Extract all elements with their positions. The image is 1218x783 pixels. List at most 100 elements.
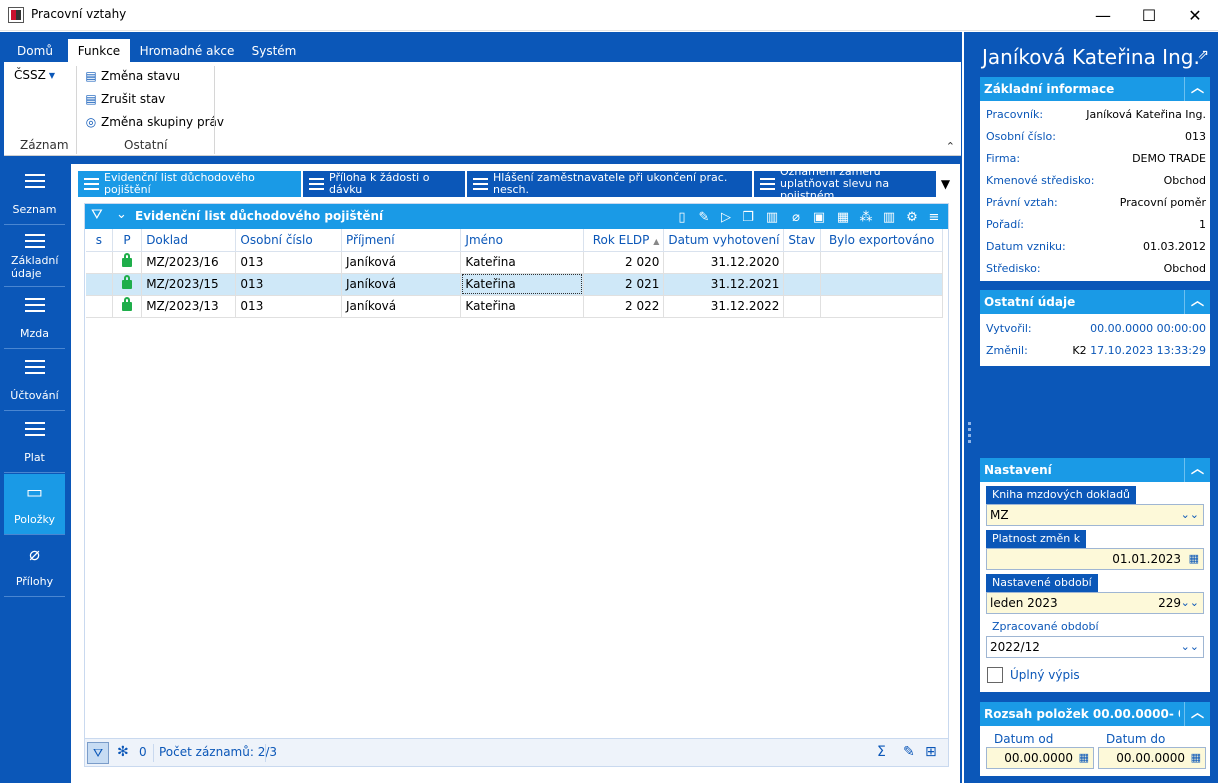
minimize-button[interactable]: —: [1080, 0, 1126, 31]
calendar-icon[interactable]: ▦: [1191, 751, 1201, 764]
edit-icon[interactable]: ✎: [695, 208, 713, 226]
field-label-zpracovane: Zpracované období: [992, 620, 1099, 633]
window-title: Pracovní vztahy: [31, 7, 127, 21]
column-header-p[interactable]: P: [112, 229, 143, 252]
obdobi-number: 229: [1158, 596, 1181, 610]
cell-stav: [783, 295, 822, 318]
nav-item-polozky[interactable]: ▭ Položky: [4, 474, 65, 535]
kniha-select[interactable]: MZ ⌄⌄: [986, 504, 1204, 526]
zmena-skupiny-prav-button[interactable]: ◎ Změna skupiny práv: [84, 115, 224, 129]
cell-s: [86, 295, 113, 318]
tab-hromadne-akce[interactable]: Hromadné akce: [136, 39, 238, 62]
column-header-s[interactable]: s: [86, 229, 113, 252]
chevron-up-icon[interactable]: ︿: [1184, 702, 1210, 726]
info-row: Středisko: Obchod: [986, 258, 1206, 280]
zrusit-stav-label: Zrušit stav: [101, 92, 166, 106]
table-row[interactable]: MZ/2023/15 013 Janíková Kateřina 2 021 3…: [86, 273, 943, 296]
group-icon[interactable]: ⁂: [857, 208, 875, 226]
uplny-vypis-checkbox[interactable]: [987, 667, 1003, 683]
copy-icon[interactable]: ❐: [739, 208, 757, 226]
table-row[interactable]: MZ/2023/16 013 Janíková Kateřina 2 020 3…: [86, 251, 943, 274]
tab-funkce[interactable]: Funkce: [68, 39, 130, 62]
maximize-button[interactable]: ☐: [1126, 0, 1172, 31]
obdobi-select[interactable]: leden 2023 229 ⌄⌄: [986, 592, 1204, 614]
tab-evidencni-list[interactable]: Evidenční list důchodového pojištění: [78, 171, 301, 197]
nav-item-zakladni-udaje[interactable]: Základní údaje: [4, 226, 65, 287]
edit-icon[interactable]: ✎: [903, 744, 915, 760]
column-header-prijmeni[interactable]: Příjmení: [341, 229, 462, 252]
list-icon: [473, 178, 488, 190]
table-row[interactable]: MZ/2023/13 013 Janíková Kateřina 2 022 3…: [86, 295, 943, 318]
ribbon-body: ČSSZ ▼ ▤ Změna stavu ▤ Zrušit stav ◎ Změ…: [4, 62, 961, 156]
cell-bylo-exportovano: [820, 273, 943, 296]
platnost-value: 01.01.2023: [1112, 552, 1181, 566]
tabs-overflow-icon[interactable]: ▼: [936, 171, 955, 197]
info-row: Vytvořil: 00.00.0000 00:00:00: [986, 318, 1206, 340]
chevron-up-icon[interactable]: ︿: [1184, 77, 1210, 101]
chevron-down-icon[interactable]: ⌄: [116, 207, 127, 222]
platnost-date-input[interactable]: 01.01.2023 ▦: [986, 548, 1204, 570]
nav-item-uctovani[interactable]: Účtování: [4, 350, 65, 411]
section-header-ostatni-udaje[interactable]: Ostatní údaje ︿: [980, 290, 1210, 314]
columns-icon[interactable]: ▥: [880, 208, 898, 226]
chart-icon[interactable]: ▦: [834, 208, 852, 226]
nav-item-plat[interactable]: Plat: [4, 412, 65, 473]
nav-item-mzda[interactable]: Mzda: [4, 288, 65, 349]
column-header-stav[interactable]: Stav: [783, 229, 822, 252]
chevron-up-icon[interactable]: ︿: [1184, 458, 1210, 482]
column-header-rok-eldp[interactable]: Rok ELDP ▲: [583, 229, 665, 252]
section-header-zakladni-informace[interactable]: Základní informace ︿: [980, 77, 1210, 101]
cssz-button[interactable]: ČSSZ ▼: [14, 68, 55, 82]
section-header-nastaveni[interactable]: Nastavení ︿: [980, 458, 1210, 482]
section-header-rozsah[interactable]: Rozsah položek 00.00.0000- 00.00.0000 ︿: [980, 702, 1210, 726]
datum-od-input[interactable]: 00.00.0000 ▦: [986, 747, 1094, 769]
column-header-datum-vyhotoveni[interactable]: Datum vyhotovení: [663, 229, 785, 252]
calendar-icon[interactable]: ▦: [1079, 751, 1089, 764]
zpracovane-select[interactable]: 2022/12 ⌄⌄: [986, 636, 1204, 658]
cell-p: [112, 295, 143, 318]
grid-header-row: s P Doklad Osobní číslo Příjmení Jméno R…: [86, 229, 943, 252]
chevron-up-icon[interactable]: ︿: [1184, 290, 1210, 314]
new-document-icon[interactable]: ▯: [673, 208, 691, 226]
settings-icon[interactable]: ⚙: [903, 208, 921, 226]
delete-icon[interactable]: ▥: [763, 208, 781, 226]
tab-label: Hlášení zaměstnavatele při ukončení prac…: [493, 171, 728, 196]
ribbon-collapse-icon[interactable]: ⌃: [946, 140, 955, 153]
column-header-osobni-cislo[interactable]: Osobní číslo: [235, 229, 342, 252]
dropdown-icon[interactable]: ⌄⌄: [1181, 508, 1199, 521]
status-separator: [265, 744, 266, 762]
dropdown-icon[interactable]: ⌄⌄: [1181, 640, 1199, 653]
nav-item-prilohy[interactable]: ⌀ Přílohy: [4, 536, 65, 597]
dropdown-icon[interactable]: ⌄⌄: [1181, 596, 1199, 609]
tab-hlaseni-zamestnavatele[interactable]: Hlášení zaměstnavatele při ukončení prac…: [467, 171, 752, 197]
attachment-icon[interactable]: ⌀: [787, 208, 805, 226]
list-icon: [84, 178, 99, 190]
info-label: Změnil:: [986, 344, 1028, 357]
play-icon[interactable]: ▷: [717, 208, 735, 226]
tab-system[interactable]: Systém: [244, 39, 304, 62]
tab-priloha-k-zadosti[interactable]: Příloha k žádosti o dávku: [303, 171, 465, 197]
grid-status-bar: ⛛ ✻ 0 Počet záznamů: 2/3 Σ ✎ ⊞: [85, 738, 948, 766]
calendar-icon[interactable]: ▦: [1189, 552, 1199, 565]
tab-oznameni-zameru[interactable]: Oznámení záměru uplatňovat slevu na poji…: [754, 166, 936, 202]
zmena-stavu-button[interactable]: ▤ Změna stavu: [84, 69, 180, 83]
datum-do-input[interactable]: 00.00.0000 ▦: [1098, 747, 1206, 769]
panel-splitter[interactable]: [962, 32, 974, 783]
snowflake-icon[interactable]: ✻: [117, 744, 129, 760]
column-header-bylo-exportovano[interactable]: Bylo exportováno: [820, 229, 943, 252]
add-record-icon[interactable]: ⊞: [925, 744, 937, 760]
sum-icon[interactable]: Σ: [877, 744, 886, 760]
ribbon-tabs: Domů Funkce Hromadné akce Systém: [4, 36, 961, 62]
tab-domu[interactable]: Domů: [8, 39, 62, 62]
filter-icon[interactable]: ⛛: [91, 207, 103, 223]
zrusit-stav-button[interactable]: ▤ Zrušit stav: [84, 92, 165, 106]
info-row: Firma: DEMO TRADE: [986, 148, 1206, 170]
external-link-icon[interactable]: ⇗: [1197, 47, 1209, 63]
filter-toggle-icon[interactable]: ⛛: [87, 742, 109, 764]
column-header-jmeno[interactable]: Jméno: [460, 229, 584, 252]
close-button[interactable]: ✕: [1172, 0, 1218, 31]
print-icon[interactable]: ▣: [810, 208, 828, 226]
menu-icon[interactable]: ≡: [925, 208, 943, 226]
nav-item-seznam[interactable]: Seznam: [4, 164, 65, 225]
column-header-doklad[interactable]: Doklad: [141, 229, 237, 252]
